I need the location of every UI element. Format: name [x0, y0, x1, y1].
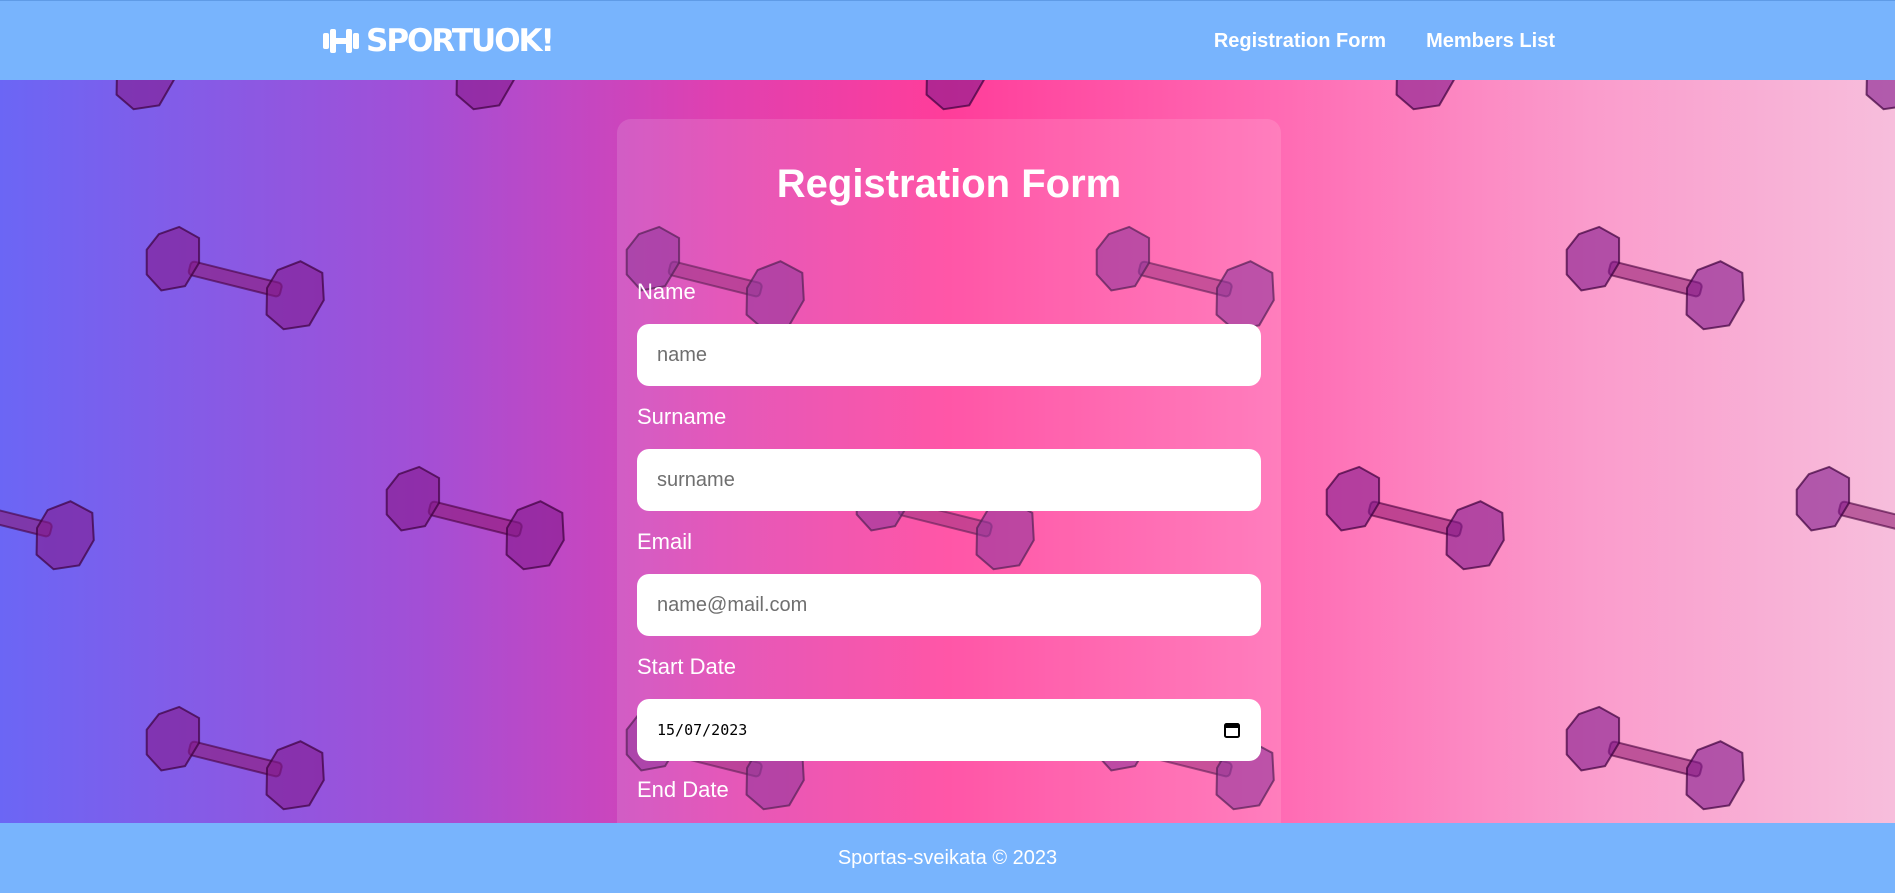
dumbbell-pattern-icon [323, 80, 527, 122]
dumbbell-pattern-icon [1313, 458, 1517, 582]
dumbbell-pattern-icon [373, 458, 577, 582]
name-input[interactable] [637, 324, 1261, 386]
footer-copyright: Sportas-sveikata © 2023 [837, 846, 1058, 869]
navbar: SPORTUOK! Registration Form Members List [0, 0, 1895, 80]
dumbbell-pattern-icon [1733, 80, 1895, 122]
nav-links: Registration Form Members List [1214, 1, 1555, 81]
end-date-label: End Date [637, 777, 729, 802]
surname-input[interactable] [637, 449, 1261, 511]
brand-logo[interactable]: SPORTUOK! [322, 21, 555, 61]
dumbbell-icon [323, 29, 359, 53]
dumbbell-pattern-icon [1553, 698, 1757, 822]
form-title: Registration Form [776, 162, 1122, 206]
email-input[interactable] [637, 574, 1261, 636]
name-label: Name [637, 279, 696, 304]
registration-form-card: Registration Form Name Surname Email Sta… [617, 119, 1281, 839]
start-date-label: Start Date [637, 654, 737, 679]
email-label: Email [637, 529, 693, 554]
surname-label: Surname [637, 404, 727, 429]
start-date-input[interactable]: 15/07/2023 [637, 699, 1261, 761]
logo-text: SPORTUOK! [366, 23, 555, 59]
nav-link-registration-form[interactable]: Registration Form [1214, 30, 1386, 53]
calendar-icon[interactable] [1223, 721, 1241, 739]
dumbbell-pattern-icon [0, 80, 187, 122]
dumbbell-pattern-icon [1783, 458, 1895, 582]
dumbbell-pattern-icon [1263, 80, 1467, 122]
dumbbell-pattern-icon [133, 218, 337, 342]
dumbbell-pattern-icon [1553, 218, 1757, 342]
footer: Sportas-sveikata © 2023 [0, 823, 1895, 893]
dumbbell-pattern-icon [0, 458, 107, 582]
start-date-value: 15/07/2023 [657, 721, 748, 739]
dumbbell-pattern-icon [133, 698, 337, 822]
dumbbell-pattern-icon [793, 80, 997, 122]
nav-link-members-list[interactable]: Members List [1426, 30, 1555, 53]
